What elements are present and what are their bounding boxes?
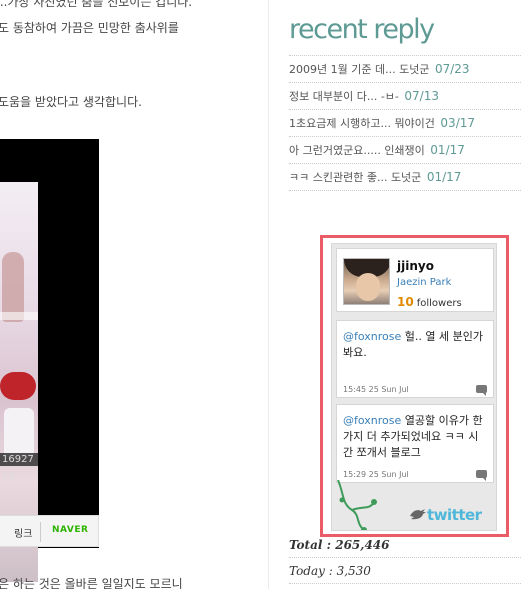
recent-reply-heading: recent reply bbox=[289, 14, 435, 45]
recent-reply-item[interactable]: 1초요금제 시행하고... 뭐야이건 03/17 bbox=[289, 110, 521, 137]
reply-icon[interactable] bbox=[476, 385, 487, 396]
reply-excerpt[interactable]: 2009년 1월 기준 데... 도넛군 bbox=[289, 63, 429, 76]
followers-info: 10 followers bbox=[397, 295, 462, 309]
recent-reply-item[interactable]: 아 그런거였군요..... 인쇄쟁이 01/17 bbox=[289, 137, 521, 164]
divider bbox=[40, 522, 41, 542]
video-view-count: 16927 bbox=[0, 453, 38, 466]
twitter-bird-icon bbox=[410, 509, 426, 520]
vine-decoration-icon bbox=[337, 480, 377, 530]
twitter-realname[interactable]: Jaezin Park bbox=[397, 277, 451, 288]
article-text-line: 도 동참하여 가끔은 민망한 춤사위를 bbox=[0, 21, 179, 35]
reply-date: 03/17 bbox=[440, 116, 476, 130]
twitter-widget: jjinyo Jaezin Park 10 followers @foxnrose… bbox=[331, 243, 497, 531]
tweet-timestamp[interactable]: 15:29 25 Sun Jul bbox=[343, 470, 409, 479]
article-column: ...가장 사진였던 춤을 선보이는 겁니다. 도 동참하여 가끔은 민망한 춤… bbox=[0, 0, 268, 589]
followers-label: followers bbox=[416, 298, 462, 309]
video-secondary-count: 10 bbox=[2, 472, 15, 483]
reply-excerpt[interactable]: 아 그런거였군요..... 인쇄쟁이 bbox=[289, 144, 425, 157]
reply-date: 07/23 bbox=[434, 62, 470, 76]
article-text-line: ...가장 사진였던 춤을 선보이는 겁니다. bbox=[0, 0, 193, 9]
visitor-total-counter: Total : 265,446 bbox=[289, 533, 521, 558]
reply-date: 01/17 bbox=[426, 170, 462, 184]
reply-excerpt[interactable]: 정보 대부분이 다... -ㅂ- bbox=[289, 90, 399, 103]
recent-reply-list: 2009년 1월 기준 데... 도넛군 07/23 정보 대부분이 다... … bbox=[289, 55, 521, 191]
article-text-line: 은 하는 것은 올바른 일일지도 모르니 bbox=[0, 577, 183, 589]
reply-icon[interactable] bbox=[476, 470, 487, 481]
reply-excerpt[interactable]: ㅋㅋ 스킨관련한 좋... 도넛군 bbox=[289, 171, 421, 184]
twitter-logo[interactable]: twitter bbox=[427, 506, 482, 524]
column-divider bbox=[268, 0, 269, 589]
twitter-username[interactable]: jjinyo bbox=[397, 259, 434, 273]
article-text-line: 도움을 받았다고 생각합니다. bbox=[0, 95, 142, 109]
tweet-mention-link[interactable]: @foxnrose bbox=[343, 414, 401, 427]
recent-reply-item[interactable]: 정보 대부분이 다... -ㅂ- 07/13 bbox=[289, 83, 521, 110]
followers-count: 10 bbox=[397, 295, 414, 309]
tweet-text: @foxnrose 열공할 이유가 한가지 더 추가되었네요 ㅋㅋ 시간 쪼개서… bbox=[343, 413, 488, 461]
reply-excerpt[interactable]: 1초요금제 시행하고... 뭐야이건 bbox=[289, 117, 435, 130]
tweet: @foxnrose 열공할 이유가 한가지 더 추가되었네요 ㅋㅋ 시간 쪼개서… bbox=[336, 404, 494, 483]
reply-date: 01/17 bbox=[430, 143, 465, 157]
twitter-profile-card[interactable]: jjinyo Jaezin Park 10 followers bbox=[336, 248, 494, 312]
share-naver-button[interactable]: NAVER bbox=[52, 525, 88, 535]
video-player[interactable]: 16927 10 bbox=[0, 139, 99, 582]
reply-date: 07/13 bbox=[404, 89, 439, 103]
share-bar: 링크 NAVER bbox=[0, 515, 99, 547]
recent-reply-item[interactable]: ㅋㅋ 스킨관련한 좋... 도넛군 01/17 bbox=[289, 164, 521, 191]
tweet-text: @foxnrose 헐.. 열 세 분인가봐요. bbox=[343, 329, 488, 361]
tweet-mention-link[interactable]: @foxnrose bbox=[343, 330, 401, 343]
tweet: @foxnrose 헐.. 열 세 분인가봐요. 15:45 25 Sun Ju… bbox=[336, 320, 494, 398]
recent-reply-item[interactable]: 2009년 1월 기준 데... 도넛군 07/23 bbox=[289, 55, 521, 83]
visitor-today-counter: Today : 3,530 bbox=[289, 559, 521, 584]
avatar[interactable] bbox=[343, 258, 390, 305]
tweet-timestamp[interactable]: 15:45 25 Sun Jul bbox=[343, 385, 409, 394]
share-link-button[interactable]: 링크 bbox=[14, 525, 32, 540]
